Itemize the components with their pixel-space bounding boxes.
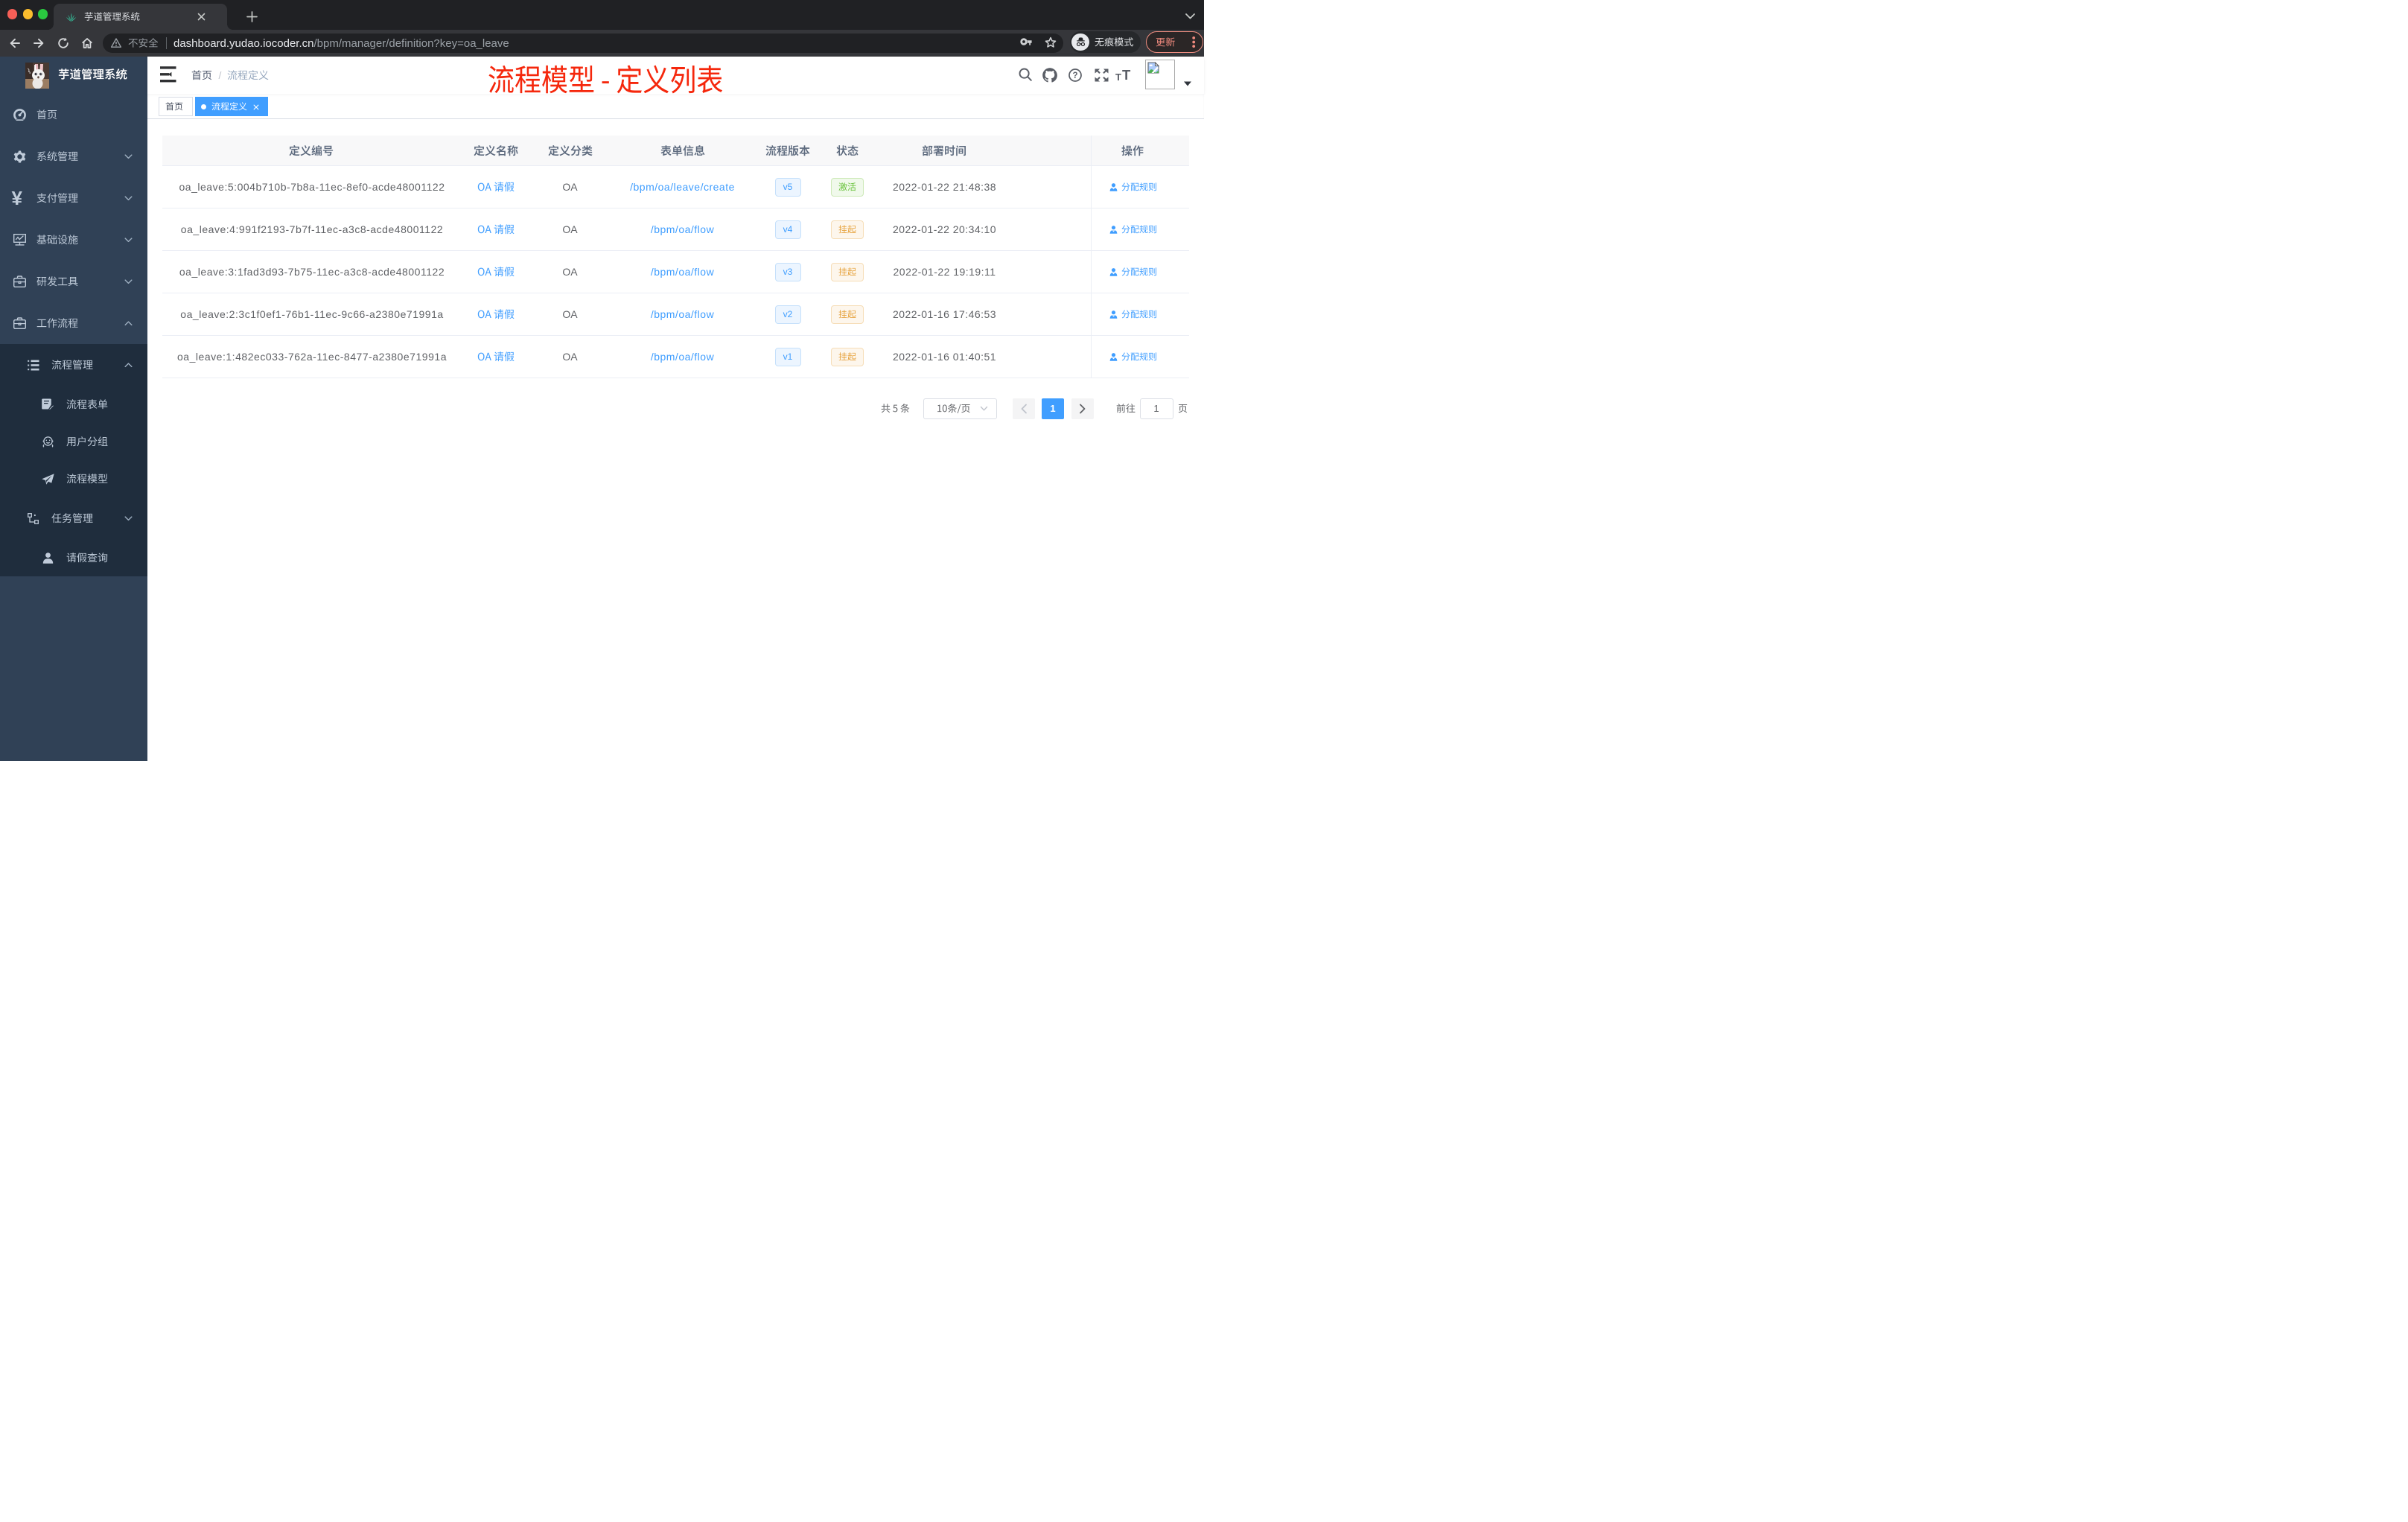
- svg-text:?: ?: [1072, 71, 1077, 80]
